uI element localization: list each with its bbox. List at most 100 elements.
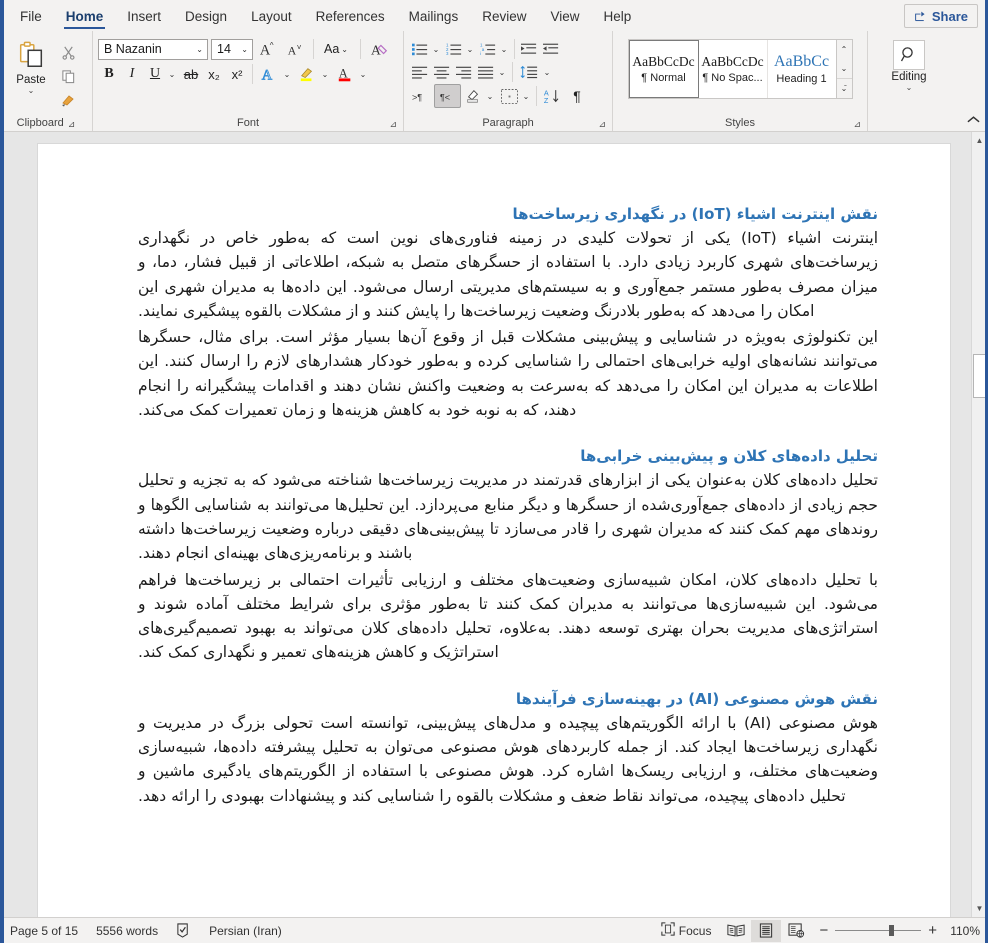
line-spacing-chevron-down-icon[interactable]: ⌄ bbox=[542, 61, 554, 83]
collapse-ribbon-button[interactable] bbox=[967, 115, 980, 127]
show-formatting-marks-button[interactable]: pilcrow-icon¶ bbox=[566, 85, 588, 107]
zoom-control[interactable]: − + 110% bbox=[819, 922, 980, 939]
chevron-down-icon[interactable]: ⌄ bbox=[241, 45, 250, 54]
tab-references[interactable]: References bbox=[304, 2, 397, 31]
tab-design[interactable]: Design bbox=[173, 2, 239, 31]
status-page-number[interactable]: Page 5 of 15 bbox=[10, 924, 96, 938]
tab-file[interactable]: File bbox=[8, 2, 54, 31]
chevron-down-icon[interactable]: ⌄ bbox=[196, 45, 205, 54]
align-center-button[interactable] bbox=[431, 61, 453, 83]
style-heading-1[interactable]: AaBbCc Heading 1 bbox=[767, 40, 836, 98]
tab-home[interactable]: Home bbox=[54, 2, 116, 31]
font-color-chevron-down-icon[interactable]: ⌄ bbox=[358, 63, 370, 85]
increase-indent-button[interactable] bbox=[540, 38, 562, 60]
align-right-button[interactable] bbox=[453, 61, 475, 83]
left-to-right-button[interactable]: >¶ bbox=[409, 85, 434, 107]
paragraph-dialog-launcher-icon[interactable]: ⊿ bbox=[598, 116, 606, 132]
tab-view[interactable]: View bbox=[538, 2, 591, 31]
superscript-button[interactable]: x² bbox=[226, 63, 248, 85]
justify-chevron-down-icon[interactable]: ⌄ bbox=[497, 61, 509, 83]
font-size-combobox[interactable]: 14 ⌄ bbox=[211, 38, 253, 60]
bullets-chevron-down-icon[interactable]: ⌄ bbox=[431, 38, 443, 60]
document-canvas[interactable]: نقش اینترنت اشیاء (IoT) در نگهداری زیرسا… bbox=[0, 132, 988, 917]
strikethrough-button[interactable]: ab bbox=[180, 63, 202, 85]
line-spacing-button[interactable] bbox=[516, 61, 542, 83]
zoom-out-button[interactable]: − bbox=[819, 922, 828, 939]
bullets-button[interactable] bbox=[409, 38, 431, 60]
status-word-count[interactable]: 5556 words bbox=[96, 924, 176, 938]
right-to-left-button[interactable]: ¶< bbox=[434, 84, 461, 108]
styles-dialog-launcher-icon[interactable]: ⊿ bbox=[853, 116, 861, 132]
copy-button[interactable] bbox=[57, 65, 79, 87]
multilevel-chevron-down-icon[interactable]: ⌄ bbox=[499, 38, 511, 60]
paragraph[interactable]: این تکنولوژی به‌ویژه در شناسایی و پیش‌بی… bbox=[138, 325, 878, 422]
font-name-combobox[interactable]: B Nazanin ⌄ bbox=[98, 38, 208, 60]
status-language[interactable]: Persian (Iran) bbox=[209, 924, 294, 938]
borders-chevron-down-icon[interactable]: ⌄ bbox=[521, 85, 533, 107]
align-left-button[interactable] bbox=[409, 61, 431, 83]
web-layout-button[interactable] bbox=[781, 920, 811, 942]
highlight-color-chevron-down-icon[interactable]: ⌄ bbox=[320, 63, 332, 85]
numbering-button[interactable]: 123 bbox=[443, 38, 465, 60]
style-no-spacing[interactable]: AaBbCcDc ¶ No Spac... bbox=[698, 40, 768, 98]
text-effects-chevron-down-icon[interactable]: ⌄ bbox=[282, 63, 294, 85]
focus-mode-button[interactable]: Focus bbox=[651, 922, 722, 939]
tab-review[interactable]: Review bbox=[470, 2, 538, 31]
style-normal[interactable]: AaBbCcDc ¶ Normal bbox=[628, 40, 699, 98]
shading-button[interactable] bbox=[461, 85, 485, 107]
tab-help[interactable]: Help bbox=[592, 2, 644, 31]
paste-button[interactable]: Paste ⌄ bbox=[5, 36, 57, 95]
chevron-down-icon[interactable]: ⌄ bbox=[906, 84, 913, 92]
zoom-level-label[interactable]: 110% bbox=[944, 924, 980, 938]
text-effects-button[interactable]: A bbox=[257, 63, 281, 85]
styles-more-icon[interactable]: ⌄̄ bbox=[836, 78, 852, 98]
proofing-check-icon[interactable] bbox=[176, 923, 209, 938]
underline-button[interactable]: U bbox=[144, 63, 166, 85]
bold-button[interactable]: B bbox=[98, 63, 120, 85]
zoom-slider-thumb[interactable] bbox=[889, 925, 895, 936]
styles-scroll-down-icon[interactable]: ⌄ bbox=[837, 59, 852, 78]
zoom-in-button[interactable]: + bbox=[928, 922, 937, 939]
document-page[interactable]: نقش اینترنت اشیاء (IoT) در نگهداری زیرسا… bbox=[38, 144, 950, 917]
numbering-chevron-down-icon[interactable]: ⌄ bbox=[465, 38, 477, 60]
format-painter-button[interactable] bbox=[57, 89, 79, 111]
clear-formatting-button[interactable]: A bbox=[367, 38, 393, 60]
paragraph[interactable]: اینترنت اشیاء (IoT) یکی از تحولات کلیدی … bbox=[138, 226, 878, 323]
document-content[interactable]: نقش اینترنت اشیاء (IoT) در نگهداری زیرسا… bbox=[138, 204, 878, 810]
chevron-down-icon[interactable]: ⌄ bbox=[28, 87, 35, 95]
focus-mode-icon bbox=[661, 922, 675, 939]
justify-button[interactable] bbox=[475, 61, 497, 83]
svg-text:A: A bbox=[288, 44, 297, 57]
tab-mailings[interactable]: Mailings bbox=[397, 2, 471, 31]
zoom-slider[interactable] bbox=[835, 925, 922, 936]
text-highlight-button[interactable] bbox=[295, 63, 319, 85]
change-case-button[interactable]: Aa ⌄ bbox=[320, 38, 354, 60]
paragraph[interactable]: تحلیل داده‌های کلان به‌عنوان یکی از ابزا… bbox=[138, 468, 878, 565]
paragraph[interactable]: با تحلیل داده‌های کلان، امکان شبیه‌سازی … bbox=[138, 568, 878, 665]
font-color-button[interactable]: A bbox=[333, 63, 357, 85]
styles-scroll-up-icon[interactable]: ⌃ bbox=[837, 40, 852, 59]
italic-button[interactable]: I bbox=[121, 63, 143, 85]
subscript-button[interactable]: x₂ bbox=[203, 63, 225, 85]
svg-text:^: ^ bbox=[270, 41, 274, 50]
svg-text:3: 3 bbox=[446, 51, 449, 56]
clipboard-dialog-launcher-icon[interactable]: ⊿ bbox=[68, 116, 76, 132]
tab-insert[interactable]: Insert bbox=[115, 2, 173, 31]
read-mode-button[interactable] bbox=[721, 920, 751, 942]
sort-button[interactable]: AZ bbox=[540, 85, 566, 107]
paragraph[interactable]: هوش مصنوعی (AI) با ارائه الگوریتم‌های پی… bbox=[138, 711, 878, 808]
multilevel-list-button[interactable]: 1ai bbox=[477, 38, 499, 60]
font-dialog-launcher-icon[interactable]: ⊿ bbox=[389, 116, 397, 132]
share-button[interactable]: Share bbox=[903, 4, 978, 28]
decrease-indent-button[interactable] bbox=[518, 38, 540, 60]
grow-font-button[interactable]: A ^ bbox=[256, 38, 280, 60]
borders-button[interactable] bbox=[497, 85, 521, 107]
shrink-font-button[interactable]: A ˅ bbox=[283, 38, 307, 60]
underline-options-chevron-down-icon[interactable]: ⌄ bbox=[167, 63, 179, 85]
print-layout-button[interactable] bbox=[751, 919, 782, 942]
tab-layout[interactable]: Layout bbox=[239, 2, 304, 31]
shading-chevron-down-icon[interactable]: ⌄ bbox=[485, 85, 497, 107]
editing-button[interactable]: Editing ⌄ bbox=[883, 36, 935, 92]
styles-gallery-nav: ⌃ ⌄ ⌄̄ bbox=[835, 40, 852, 98]
cut-button[interactable] bbox=[57, 41, 79, 63]
